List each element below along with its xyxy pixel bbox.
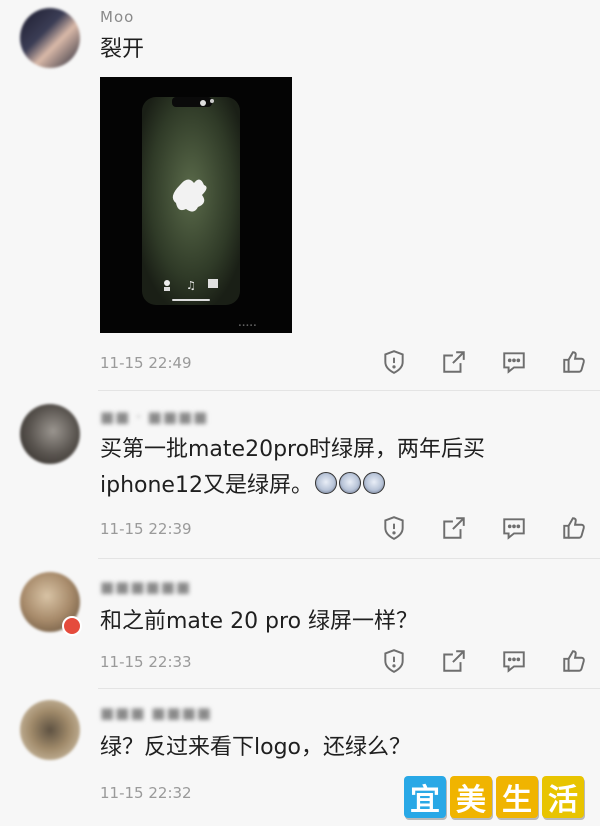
comment-text-line: 买第一批mate20pro时绿屏，两年后买 <box>100 437 486 462</box>
comment-username[interactable]: Moo <box>100 8 134 26</box>
svg-text:♫: ♫ <box>186 279 196 292</box>
comment-username[interactable]: ■■■■■■ <box>100 578 191 596</box>
comment-1: Moo 裂开 ♫ ∙∙∙∙∙ 11-15 22:49 <box>0 0 600 392</box>
avatar[interactable] <box>20 8 80 68</box>
like-icon[interactable] <box>560 348 588 376</box>
watermark-char: 活 <box>542 776 584 818</box>
watermark: 宜 美 生 活 <box>404 776 584 818</box>
report-icon[interactable] <box>380 348 408 376</box>
avatar[interactable] <box>20 404 80 464</box>
comment-text-line: iphone12又是绿屏。 <box>100 468 570 504</box>
comment-2: ■■ · ■■■■ 买第一批mate20pro时绿屏，两年后买 iphone12… <box>0 392 600 560</box>
share-icon[interactable] <box>440 348 468 376</box>
divider <box>98 688 600 689</box>
svg-text:∙∙∙∙∙: ∙∙∙∙∙ <box>238 322 257 329</box>
watermark-char: 宜 <box>404 776 446 818</box>
report-icon[interactable] <box>380 514 408 542</box>
comment-3: ■■■■■■ 和之前mate 20 pro 绿屏一样？ 11-15 22:33 <box>0 560 600 688</box>
divider <box>98 390 600 391</box>
watermark-char: 美 <box>450 776 492 818</box>
comment-time: 11-15 22:39 <box>100 520 192 538</box>
cry-emoji-icon <box>338 472 361 494</box>
like-icon[interactable] <box>560 647 588 675</box>
verified-badge <box>62 616 82 636</box>
comment-text: 绿？反过来看下logo，还绿么？ <box>100 735 411 760</box>
comment-text: 裂开 <box>100 37 145 62</box>
comment-username[interactable]: ■■■ ■■■■ <box>100 704 212 722</box>
cry-emoji-icon <box>314 472 337 494</box>
cry-emoji-icon <box>362 472 385 494</box>
comment-text-line2: iphone12又是绿屏。 <box>100 473 313 498</box>
watermark-char: 生 <box>496 776 538 818</box>
report-icon[interactable] <box>380 647 408 675</box>
divider <box>98 558 600 559</box>
comment-photo[interactable]: ♫ ∙∙∙∙∙ <box>100 77 292 333</box>
comment-text: 买第一批mate20pro时绿屏，两年后买 iphone12又是绿屏。 <box>100 432 570 504</box>
comment-username[interactable]: ■■ · ■■■■ <box>100 408 208 426</box>
comment-time: 11-15 22:49 <box>100 354 192 372</box>
phone-image: ♫ ∙∙∙∙∙ <box>100 77 292 333</box>
avatar[interactable] <box>20 700 80 760</box>
comment-actions <box>380 348 588 376</box>
share-icon[interactable] <box>440 514 468 542</box>
reply-icon[interactable] <box>500 514 528 542</box>
comment-time: 11-15 22:32 <box>100 784 192 802</box>
comment-text: 和之前mate 20 pro 绿屏一样？ <box>100 609 419 634</box>
reply-icon[interactable] <box>500 647 528 675</box>
comment-actions <box>380 514 588 542</box>
comment-actions <box>380 647 588 675</box>
share-icon[interactable] <box>440 647 468 675</box>
comment-time: 11-15 22:33 <box>100 653 192 671</box>
reply-icon[interactable] <box>500 348 528 376</box>
like-icon[interactable] <box>560 514 588 542</box>
